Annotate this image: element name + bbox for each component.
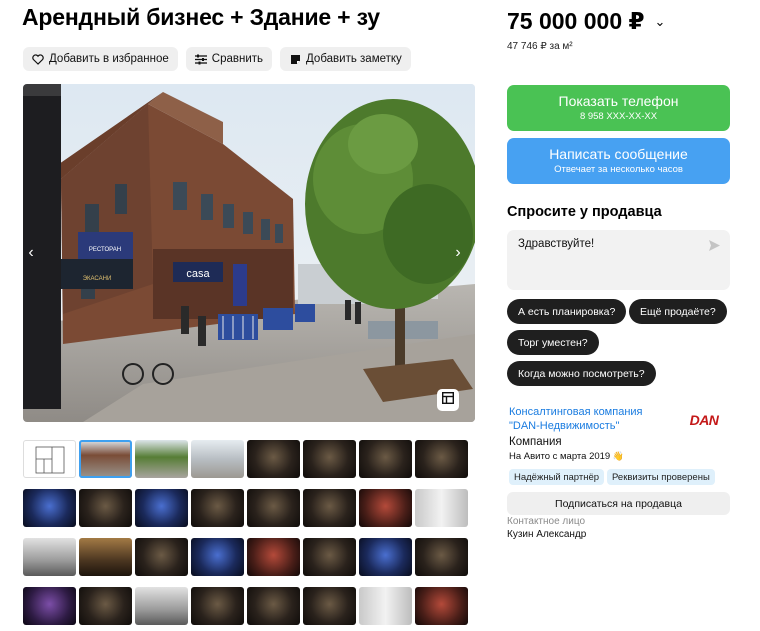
masked-phone: 8 958 XXX-XX-XX [579,111,658,122]
add-note-label: Добавить заметку [306,53,402,65]
chevron-left-icon: ‹ [28,244,34,261]
seller-since: На Авито с марта 2019 👋 [509,451,624,462]
ask-message-input[interactable]: Здравствуйте! [507,230,730,290]
photo-thumbnail[interactable] [303,489,356,527]
chevron-down-icon[interactable]: ⌄ [655,14,666,30]
seller-name-link[interactable]: Консалтинговая компания "DAN-Недвижимост… [509,405,669,433]
next-photo-button[interactable]: › [450,236,466,270]
photo-thumbnail[interactable] [79,440,132,478]
quick-question-chip[interactable]: Когда можно посмотреть? [507,361,656,386]
photo-thumbnail[interactable] [415,489,468,527]
photo-thumbnail[interactable] [303,440,356,478]
quick-question-chip[interactable]: Ещё продаёте? [629,299,727,324]
heart-icon [32,53,44,65]
photo-thumbnail[interactable] [359,587,412,625]
price: 75 000 000 ₽ ⌄ [507,8,665,35]
chevron-right-icon: › [455,244,461,261]
photo-thumbnail[interactable] [23,440,76,478]
ask-message-text: Здравствуйте! [518,238,595,250]
add-to-favorites-button[interactable]: Добавить в избранное [23,47,178,71]
write-message-button[interactable]: Написать сообщение Отвечает за несколько… [507,138,730,184]
seller-type: Компания [509,436,562,448]
photo-thumbnail[interactable] [359,489,412,527]
photo-sign-restaurant: РЕСТОРАН [89,247,121,253]
photo-thumbnail[interactable] [247,440,300,478]
contact-person-name: Кузин Александр [507,529,587,540]
gallery-grid-icon [441,391,455,409]
photo-thumbnail[interactable] [23,587,76,625]
show-phone-label: Показать телефон [558,93,679,109]
contact-person-label: Контактное лицо [507,516,586,527]
photo-thumbnail[interactable] [23,489,76,527]
photo-thumbnail[interactable] [79,489,132,527]
price-value: 75 000 000 ₽ [507,8,645,34]
quick-question-chip[interactable]: Торг уместен? [507,330,599,355]
photo-sign-casa: casa [186,268,210,280]
photo-thumbnail[interactable] [79,587,132,625]
seller-logo[interactable]: DAN [681,405,727,435]
photo-thumbnail[interactable] [247,489,300,527]
compare-label: Сравнить [211,53,264,65]
compare-icon [194,53,207,65]
listing-actions: Добавить в избранное Сравнить Добавить з… [23,47,411,71]
add-note-button[interactable]: Добавить заметку [280,47,411,71]
photo-thumbnail[interactable] [135,489,188,527]
listing-title: Арендный бизнес + Здание + зу [22,4,380,30]
verified-details-badge: Реквизиты проверены [607,469,715,485]
photo-thumbnail-grid [23,440,471,625]
send-icon[interactable] [708,239,721,252]
ask-seller-title: Спросите у продавца [507,204,662,220]
photo-thumbnail[interactable] [191,538,244,576]
fullscreen-button[interactable] [437,389,459,411]
hand-wave-icon: 👋 [612,451,625,461]
subscribe-seller-button[interactable]: Подписаться на продавца [507,492,730,515]
show-phone-button[interactable]: Показать телефон 8 958 XXX-XX-XX [507,85,730,131]
photo-thumbnail[interactable] [191,440,244,478]
photo-thumbnail[interactable] [303,587,356,625]
photo-thumbnail[interactable] [79,538,132,576]
photo-thumbnail[interactable] [415,587,468,625]
photo-thumbnail[interactable] [359,440,412,478]
response-time: Отвечает за несколько часов [554,164,683,175]
seller-logo-text: DAN [689,412,719,428]
add-to-favorites-label: Добавить в избранное [49,53,169,65]
price-per-sqm: 47 746 ₽ за м² [507,41,573,52]
photo-thumbnail[interactable] [247,538,300,576]
photo-thumbnail[interactable] [135,587,188,625]
compare-button[interactable]: Сравнить [185,47,273,71]
seller-since-text: На Авито с марта 2019 [509,451,611,462]
photo-thumbnail[interactable] [415,538,468,576]
photo-thumbnail[interactable] [247,587,300,625]
photo-thumbnail[interactable] [191,587,244,625]
photo-thumbnail[interactable] [415,440,468,478]
main-photo[interactable]: casa РЕСТОРАН ЭКАСАНИ [23,84,475,422]
photo-thumbnail[interactable] [135,440,188,478]
photo-sign-ekasani: ЭКАСАНИ [83,276,112,282]
note-icon [289,53,301,65]
previous-photo-button[interactable]: ‹ [23,236,39,270]
photo-thumbnail[interactable] [23,538,76,576]
reliable-partner-badge: Надёжный партнёр [509,469,605,485]
floor-plan-icon [35,446,65,474]
photo-thumbnail[interactable] [303,538,356,576]
photo-thumbnail[interactable] [191,489,244,527]
photo-thumbnail[interactable] [135,538,188,576]
photo-thumbnail[interactable] [359,538,412,576]
write-message-label: Написать сообщение [549,146,688,162]
quick-question-chip[interactable]: А есть планировка? [507,299,627,324]
